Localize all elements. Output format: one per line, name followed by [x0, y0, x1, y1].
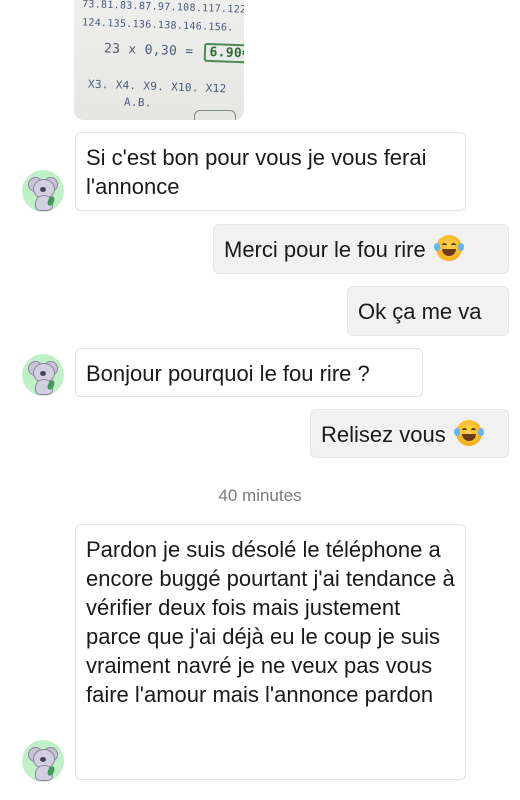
tear-icon [433, 243, 440, 251]
message-bubble-outgoing[interactable]: Merci pour le fou rire [213, 224, 509, 274]
message-text: Ok ça me va [358, 299, 482, 324]
message-text: Merci pour le fou rire [224, 237, 426, 262]
koala-nose [40, 187, 46, 192]
tear-icon [453, 428, 460, 436]
tear-icon [457, 243, 464, 251]
message-text: Bonjour pourquoi le fou rire ? [86, 361, 370, 386]
message-bubble-outgoing[interactable]: Ok ça me va [347, 286, 509, 336]
photo-text-line: 73.81.83.87.97.108.117.122. [81, 0, 244, 16]
eye-icon [450, 243, 456, 248]
face-with-tears-of-joy-icon [453, 420, 484, 446]
tear-icon [477, 428, 484, 436]
koala-nose [40, 371, 46, 376]
message-bubble-incoming[interactable]: Bonjour pourquoi le fou rire ? [75, 348, 423, 397]
photo-text-line: A.B. [123, 95, 152, 110]
photo-text-line: 124.135.136.138.146.156. [81, 17, 234, 34]
photo-calc-result: 6.90€ [203, 42, 244, 64]
koala-avatar-icon[interactable] [22, 740, 64, 782]
koala-nose [40, 757, 46, 762]
koala-avatar-icon[interactable] [22, 170, 64, 212]
face-with-tears-of-joy-icon [433, 235, 464, 261]
message-text: Si c'est bon pour vous je vous ferai l'a… [86, 145, 427, 199]
message-bubble-outgoing[interactable]: Relisez vous [310, 409, 509, 458]
photo-stamp-mark [194, 110, 236, 120]
message-text: Relisez vous [321, 422, 446, 447]
message-bubble-incoming[interactable]: Pardon je suis désolé le téléphone a enc… [75, 524, 466, 780]
photo-calc-expression: 23 x 0,30 = [103, 41, 194, 60]
message-bubble-incoming[interactable]: Si c'est bon pour vous je vous ferai l'a… [75, 132, 466, 211]
photo-calc: 23 x 0,30 = 6.90€ [103, 39, 244, 64]
timestamp-divider: 40 minutes [218, 486, 302, 505]
photo-message[interactable]: 73.81.83.87.97.108.117.122. 124.135.136.… [74, 0, 244, 120]
koala-avatar-icon[interactable] [22, 354, 64, 396]
message-text: Pardon je suis désolé le téléphone a enc… [86, 537, 455, 707]
eye-icon [470, 428, 476, 433]
photo-text-line: X3. X4. X9. X10. X12 [87, 77, 227, 96]
